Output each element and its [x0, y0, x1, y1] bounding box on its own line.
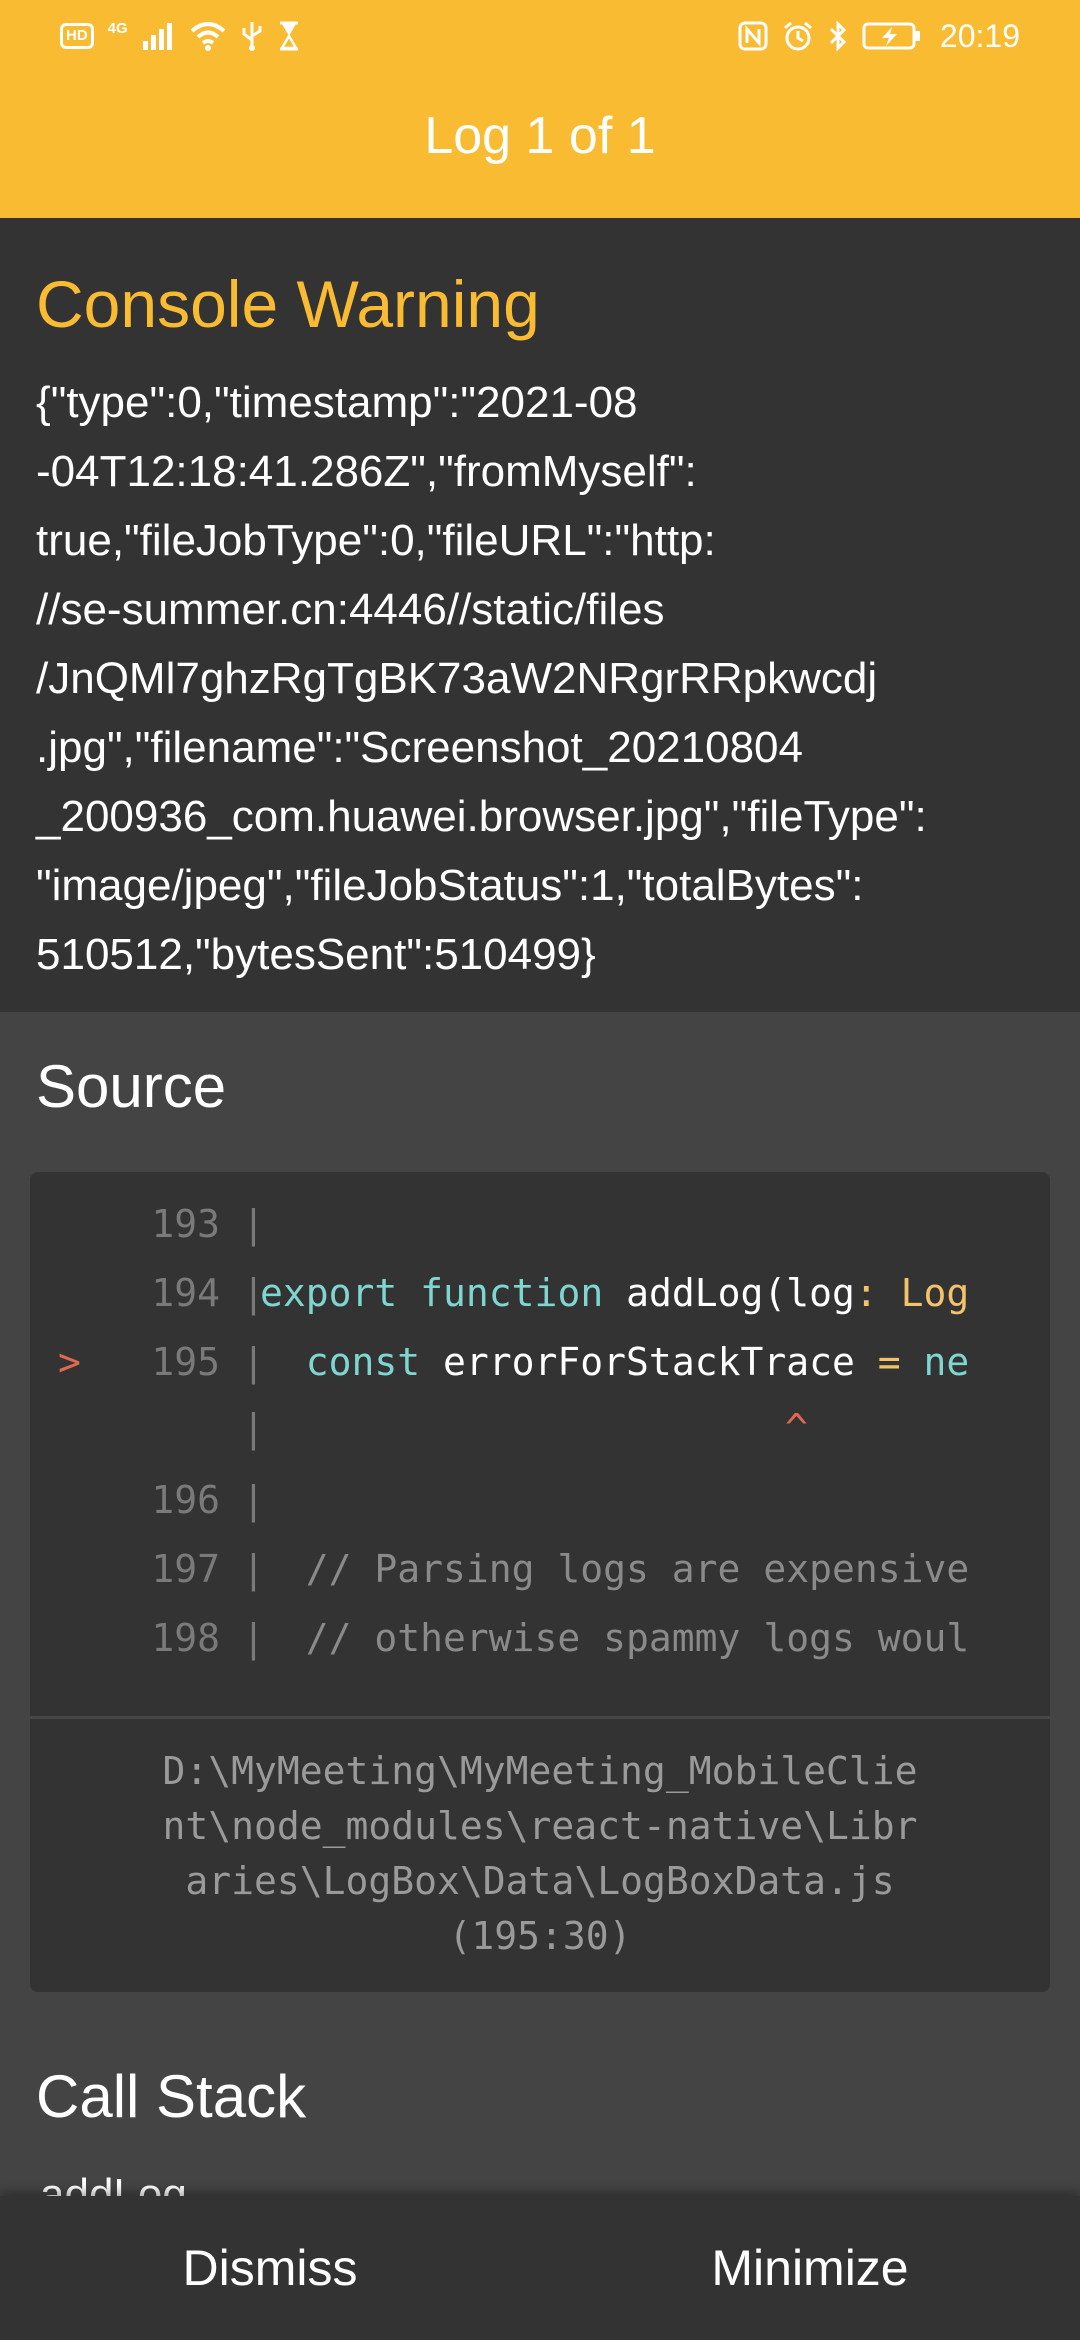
code-line: | ^	[30, 1406, 1020, 1466]
status-left-indicators: HD 4G	[60, 18, 300, 54]
code-token: :	[854, 1271, 878, 1315]
hd-icon: HD	[60, 23, 94, 49]
warning-message-line: /JnQMl7ghzRgTgBK73aW2NRgrRRpkwcdj	[36, 654, 878, 703]
source-heading: Source	[36, 1053, 227, 1120]
code-line: >195 | const errorForStackTrace = ne	[30, 1340, 1020, 1400]
code-line: 198 | // otherwise spammy logs woul	[30, 1616, 1020, 1676]
battery-charging-icon	[862, 21, 922, 51]
warning-panel: Console Warning {"type":0,"timestamp":"2…	[0, 218, 1080, 1012]
error-caret: ^	[785, 1406, 808, 1450]
code-line: 196 |	[30, 1478, 1020, 1538]
line-number: 195	[151, 1340, 220, 1384]
code-text: ^	[785, 1406, 808, 1450]
warning-message-line: {"type":0,"timestamp":"2021-08	[36, 378, 638, 427]
warning-message-line: _200936_com.huawei.browser.jpg","fileTyp…	[36, 792, 927, 841]
call-stack-heading: Call Stack	[36, 2063, 307, 2130]
code-line: 194 | export function addLog(log: Log	[30, 1271, 1020, 1331]
log-counter-title: Log 1 of 1	[424, 107, 656, 165]
code-line: 193 |	[30, 1202, 1020, 1262]
warning-message-line: -04T12:18:41.286Z","fromMyself":	[36, 447, 697, 496]
gutter-pipe: |	[242, 1202, 265, 1246]
bluetooth-icon	[828, 20, 848, 52]
line-number: 193	[151, 1202, 220, 1246]
line-number: 197	[151, 1547, 220, 1591]
code-line: 197 | // Parsing logs are expensive	[30, 1547, 1020, 1607]
line-number: 194	[151, 1271, 220, 1315]
hourglass-icon	[278, 21, 300, 51]
warning-message-line: true,"fileJobType":0,"fileURL":"http:	[36, 516, 716, 565]
file-path-line: (195:30)	[448, 1914, 632, 1958]
code-token: addLog(log	[603, 1271, 855, 1315]
nfc-icon	[738, 21, 768, 51]
network-type-label: 4G	[107, 19, 128, 37]
code-token: Log	[877, 1271, 970, 1315]
file-path-line: nt\node_modules\react-native\Libr	[162, 1804, 918, 1848]
code-token: function	[420, 1271, 604, 1315]
logbox-screen: HD 4G 20:19 Log 1 of 1 Console Warning {…	[0, 0, 1080, 2340]
alarm-icon	[782, 20, 814, 52]
status-right-indicators: 20:19	[738, 18, 1020, 54]
warning-title: Console Warning	[36, 267, 540, 341]
source-file-path[interactable]: D:\MyMeeting\MyMeeting_MobileClie nt\node…	[70, 1744, 1010, 1964]
warning-message-line: .jpg","filename":"Screenshot_20210804	[36, 723, 803, 772]
status-bar: HD 4G 20:19	[0, 0, 1080, 72]
bottom-action-bar: Dismiss Minimize	[0, 2196, 1080, 2340]
code-lines: 193 | 194 | export function addLog(log: Log >…	[30, 1172, 1020, 1717]
status-time: 20:19	[939, 17, 1020, 54]
code-text: const errorForStackTrace = ne	[260, 1340, 969, 1384]
code-text: export function addLog(log: Log	[260, 1271, 969, 1315]
warning-message-line: "image/jpeg","fileJobStatus":1,"totalByt…	[36, 861, 864, 910]
warning-message: {"type":0,"timestamp":"2021-08 -04T12:18:…	[36, 368, 1046, 989]
warning-message-line: //se-summer.cn:4446//static/files	[36, 585, 665, 634]
code-text: // Parsing logs are expensive	[260, 1547, 970, 1591]
gutter-pipe: |	[242, 1406, 265, 1450]
code-token: const	[305, 1340, 421, 1384]
log-header: HD 4G 20:19 Log 1 of 1	[0, 0, 1080, 218]
gutter-pipe: |	[242, 1478, 265, 1522]
wifi-icon	[190, 21, 226, 51]
minimize-button[interactable]: Minimize	[540, 2196, 1080, 2340]
call-stack-first-item[interactable]: addLog	[40, 2170, 187, 2198]
file-path-line: D:\MyMeeting\MyMeeting_MobileClie	[162, 1749, 918, 1793]
source-code-frame: 193 | 194 | export function addLog(log: Log >…	[30, 1172, 1050, 1992]
line-number: 198	[151, 1616, 220, 1660]
dismiss-button[interactable]: Dismiss	[0, 2196, 540, 2340]
code-token: errorForStackTrace	[420, 1340, 878, 1384]
file-path-line: aries\LogBox\Data\LogBoxData.js	[185, 1859, 895, 1903]
code-text: // otherwise spammy logs woul	[260, 1616, 970, 1660]
code-token: export	[260, 1271, 398, 1315]
line-number: 196	[151, 1478, 220, 1522]
code-token: ne	[900, 1340, 970, 1384]
signal-icon	[142, 21, 176, 51]
code-divider	[30, 1716, 1050, 1719]
error-line-marker: >	[58, 1340, 81, 1384]
warning-message-line: 510512,"bytesSent":510499}	[36, 930, 596, 979]
usb-icon	[240, 20, 264, 52]
code-token: =	[877, 1340, 901, 1384]
